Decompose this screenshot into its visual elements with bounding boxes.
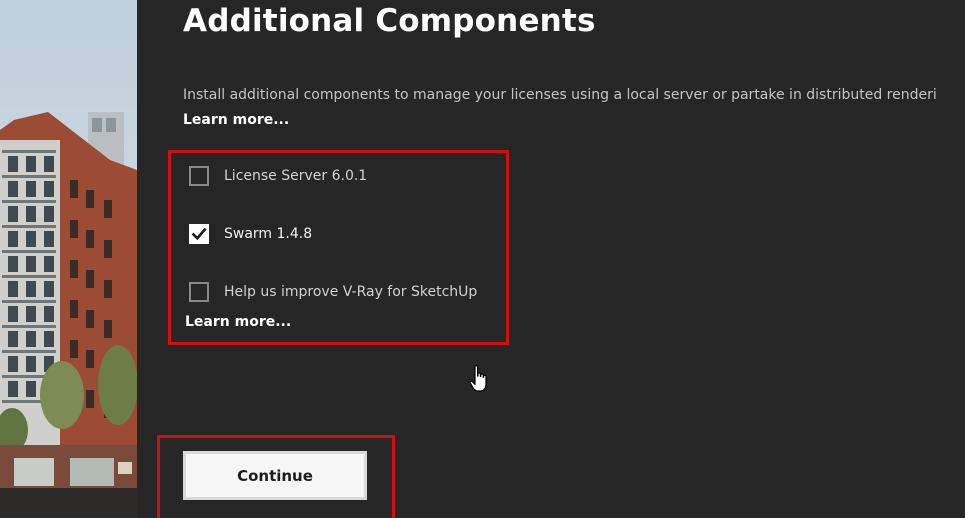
license-server-checkbox[interactable]	[189, 166, 209, 186]
improve-vray-checkbox[interactable]	[189, 282, 209, 302]
option-swarm[interactable]: Swarm 1.4.8	[189, 222, 312, 246]
installer-window: Additional Components Install additional…	[0, 0, 965, 518]
building-illustration	[0, 0, 137, 518]
learn-more-link-improve[interactable]: Learn more...	[185, 314, 291, 330]
option-improve-vray[interactable]: Help us improve V-Ray for SketchUp	[189, 280, 477, 304]
option-label: Swarm 1.4.8	[224, 226, 313, 242]
check-icon	[191, 227, 207, 241]
option-label: License Server 6.0.1	[224, 168, 368, 184]
hand-pointer-icon	[469, 365, 487, 392]
option-label: Help us improve V-Ray for SketchUp	[224, 284, 478, 300]
description-text: Install additional components to manage …	[183, 87, 937, 103]
components-panel: Additional Components Install additional…	[137, 0, 965, 518]
option-license-server[interactable]: License Server 6.0.1	[189, 164, 367, 188]
swarm-checkbox[interactable]	[189, 224, 209, 244]
page-title: Additional Components	[183, 3, 596, 39]
learn-more-link[interactable]: Learn more...	[183, 112, 289, 128]
continue-button[interactable]: Continue	[183, 451, 367, 500]
